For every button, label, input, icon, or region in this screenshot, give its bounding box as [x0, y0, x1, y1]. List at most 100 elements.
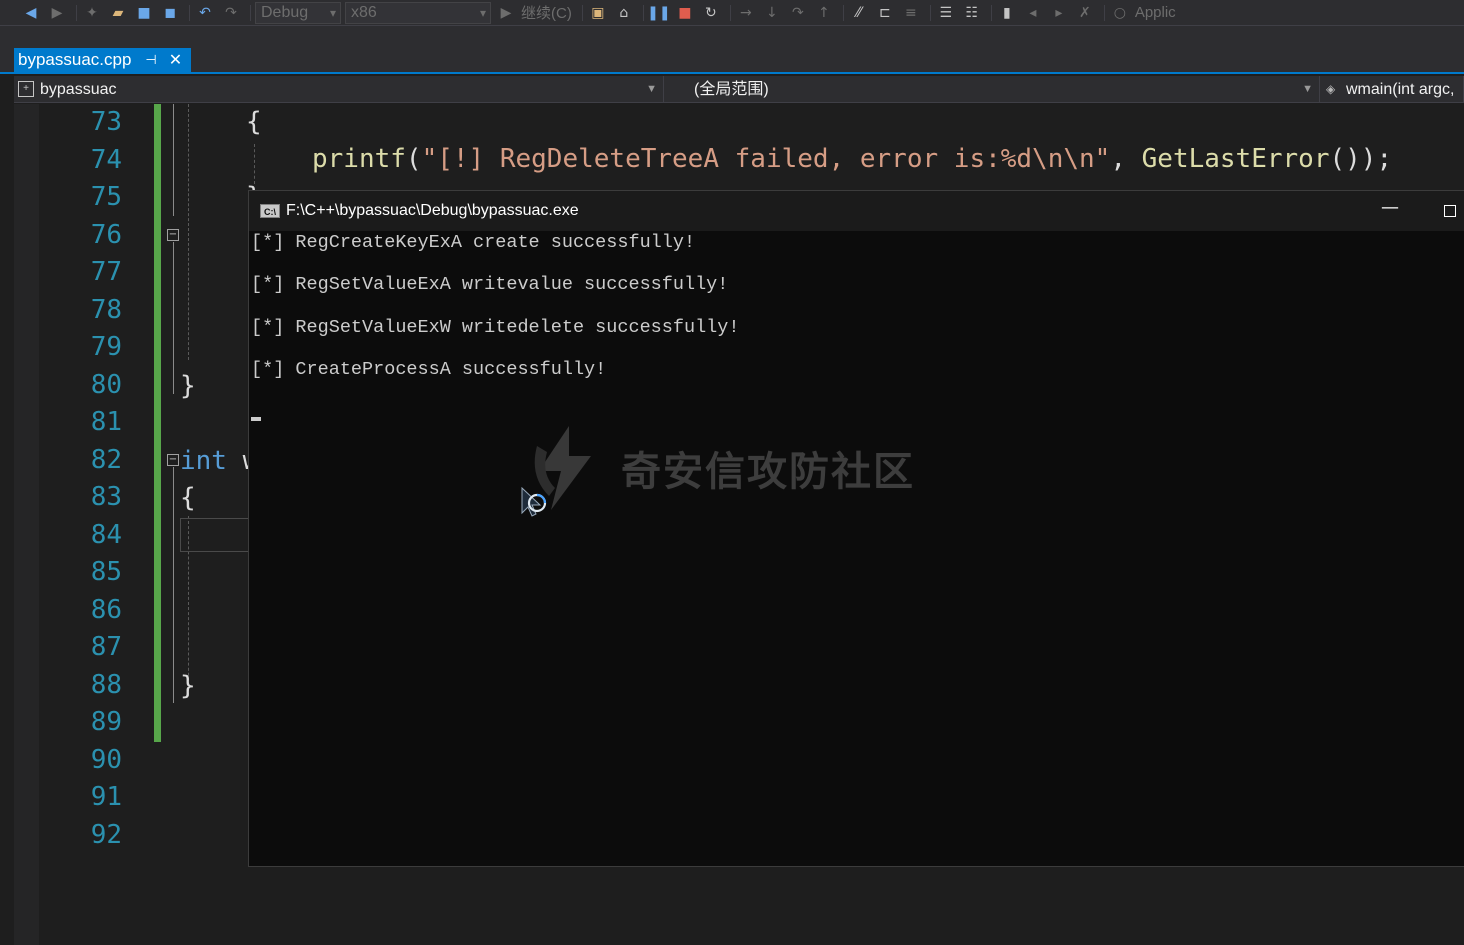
maximize-button[interactable]	[1444, 205, 1456, 217]
collapse-icon[interactable]: −	[167, 229, 179, 241]
chevron-down-icon: ▼	[1302, 83, 1313, 95]
toolbar-separator	[642, 4, 644, 21]
function-dropdown[interactable]: ◈ wmain(int argc,	[1320, 76, 1464, 103]
indent-icon[interactable]: ☷	[961, 2, 983, 24]
tab-bypassuac-cpp[interactable]: bypassuac.cpp ⊣ ✕	[14, 48, 191, 72]
line-number: 73	[90, 107, 122, 137]
console-line: [*] RegCreateKeyExA create successfully!	[251, 232, 696, 253]
outline-line	[173, 104, 174, 216]
tab-filename: bypassuac.cpp	[18, 50, 132, 69]
console-output: [*] RegCreateKeyExA create successfully!…	[251, 229, 1461, 398]
show-next-statement-icon[interactable]: →	[735, 2, 757, 24]
pin-icon[interactable]: ⊣	[145, 52, 156, 68]
restart-icon[interactable]: ↻	[700, 2, 722, 24]
code-line-74: printf("[!] RegDeleteTreeA failed, error…	[312, 141, 1392, 179]
navigation-bar: + bypassuac ▼ (全局范围) ▼ ◈ wmain(int argc,	[14, 76, 1464, 103]
string-literal: "[!] RegDeleteTreeA failed, error is:%d\…	[421, 144, 1111, 174]
redo-icon[interactable]: ↷	[220, 2, 242, 24]
project-name: bypassuac	[40, 81, 117, 98]
comma: ,	[1110, 144, 1142, 174]
console-window[interactable]: C:\ F:\C++\bypassuac\Debug\bypassuac.exe…	[248, 190, 1464, 867]
continue-button[interactable]: 继续(C)	[521, 2, 572, 23]
toolbar-separator	[189, 4, 190, 21]
function-name: wmain(int argc,	[1346, 81, 1455, 98]
outline-line	[173, 242, 174, 394]
line-number: 85	[90, 557, 122, 587]
minimize-button[interactable]: —	[1381, 197, 1399, 218]
close-brace: }	[180, 671, 196, 701]
line-number: 88	[90, 669, 122, 700]
code-line-83: {	[180, 480, 196, 518]
code-line-73: {	[246, 104, 262, 142]
outdent-icon[interactable]: ☰	[935, 2, 957, 24]
line-number: 87	[90, 632, 122, 662]
collapse-icon[interactable]: −	[167, 454, 179, 466]
process-explorer-icon[interactable]: ▣	[587, 2, 609, 24]
diagnostic-tools-icon[interactable]: ⌂	[613, 2, 635, 24]
console-title-bar[interactable]: C:\ F:\C++\bypassuac\Debug\bypassuac.exe…	[249, 191, 1464, 231]
line-number: 76	[90, 219, 122, 250]
console-line: [*] CreateProcessA successfully!	[251, 358, 607, 380]
clear-bookmarks-icon[interactable]: ✗	[1074, 2, 1096, 24]
code-line-88: }	[180, 668, 196, 706]
stack-frame-icon[interactable]: ≡	[900, 2, 922, 24]
line-number: 84	[90, 519, 122, 550]
watermark-text: 奇安信攻防社区	[621, 449, 915, 495]
step-over-icon[interactable]: ↷	[787, 2, 809, 24]
next-bookmark-icon[interactable]: ▸	[1048, 2, 1070, 24]
project-dropdown[interactable]: + bypassuac ▼	[14, 76, 664, 103]
project-icon: +	[18, 81, 34, 97]
line-number: 80	[90, 369, 122, 400]
toolbar-separator	[581, 4, 583, 21]
current-line-highlight	[180, 518, 250, 552]
console-line: [*] RegSetValueExA writevalue successful…	[251, 274, 729, 296]
open-file-icon[interactable]: ▰	[107, 2, 129, 24]
step-out-icon[interactable]: ↑	[813, 2, 835, 24]
configuration-select[interactable]: Debug	[255, 1, 341, 24]
save-all-icon[interactable]: ◼	[159, 2, 181, 24]
undo-icon[interactable]: ↶	[194, 2, 216, 24]
stop-icon[interactable]: ■	[674, 2, 696, 24]
close-icon[interactable]: ✕	[169, 50, 182, 70]
thread-icon[interactable]: ⊏	[874, 2, 896, 24]
chevron-down-icon: ▼	[646, 83, 657, 95]
pause-icon[interactable]: ❚❚	[647, 2, 670, 24]
bookmark-icon[interactable]: ▮	[996, 2, 1018, 24]
paren: (	[405, 144, 422, 174]
step-into-icon[interactable]: ↓	[761, 2, 783, 24]
line-number: 92	[90, 819, 122, 850]
indicator-margin[interactable]	[14, 104, 39, 945]
indent-guide	[254, 144, 255, 184]
watermark: 奇安信攻防社区	[529, 426, 915, 510]
open-brace: {	[180, 483, 196, 513]
line-number: 86	[90, 594, 122, 625]
toolbar-separator	[842, 4, 844, 21]
navigate-back-icon[interactable]: ◀	[20, 2, 42, 24]
scope-dropdown[interactable]: (全局范围) ▼	[664, 76, 1320, 103]
line-number: 75	[90, 182, 122, 212]
paren-close: ());	[1329, 144, 1393, 174]
previous-bookmark-icon[interactable]: ◂	[1022, 2, 1044, 24]
text-cursor	[251, 417, 261, 421]
application-insights-label[interactable]: Applic	[1135, 4, 1176, 21]
console-line: [*] RegSetValueExW writedelete successfu…	[251, 316, 740, 338]
line-number: 78	[90, 294, 122, 325]
continue-play-icon[interactable]: ▶	[495, 2, 517, 24]
line-number: 79	[90, 332, 122, 362]
getlasterror-call: GetLastError	[1141, 144, 1330, 174]
save-icon[interactable]: ■	[133, 2, 155, 24]
line-number: 81	[90, 407, 122, 437]
toolbar-separator	[250, 4, 251, 21]
line-number: 91	[90, 782, 122, 812]
int-keyword: int	[180, 446, 227, 476]
platform-select[interactable]: x86	[345, 1, 491, 24]
code-line-82: int w	[180, 443, 258, 481]
hex-display-icon[interactable]: ⁄⁄	[848, 2, 870, 24]
line-number: 74	[90, 144, 122, 175]
line-number: 90	[90, 744, 122, 775]
navigate-forward-icon[interactable]: ▶	[46, 2, 68, 24]
new-project-icon[interactable]: ✦	[81, 2, 103, 24]
change-tracking-bar	[154, 104, 161, 742]
console-app-icon: C:\	[260, 204, 280, 218]
indent-guide	[188, 104, 189, 360]
